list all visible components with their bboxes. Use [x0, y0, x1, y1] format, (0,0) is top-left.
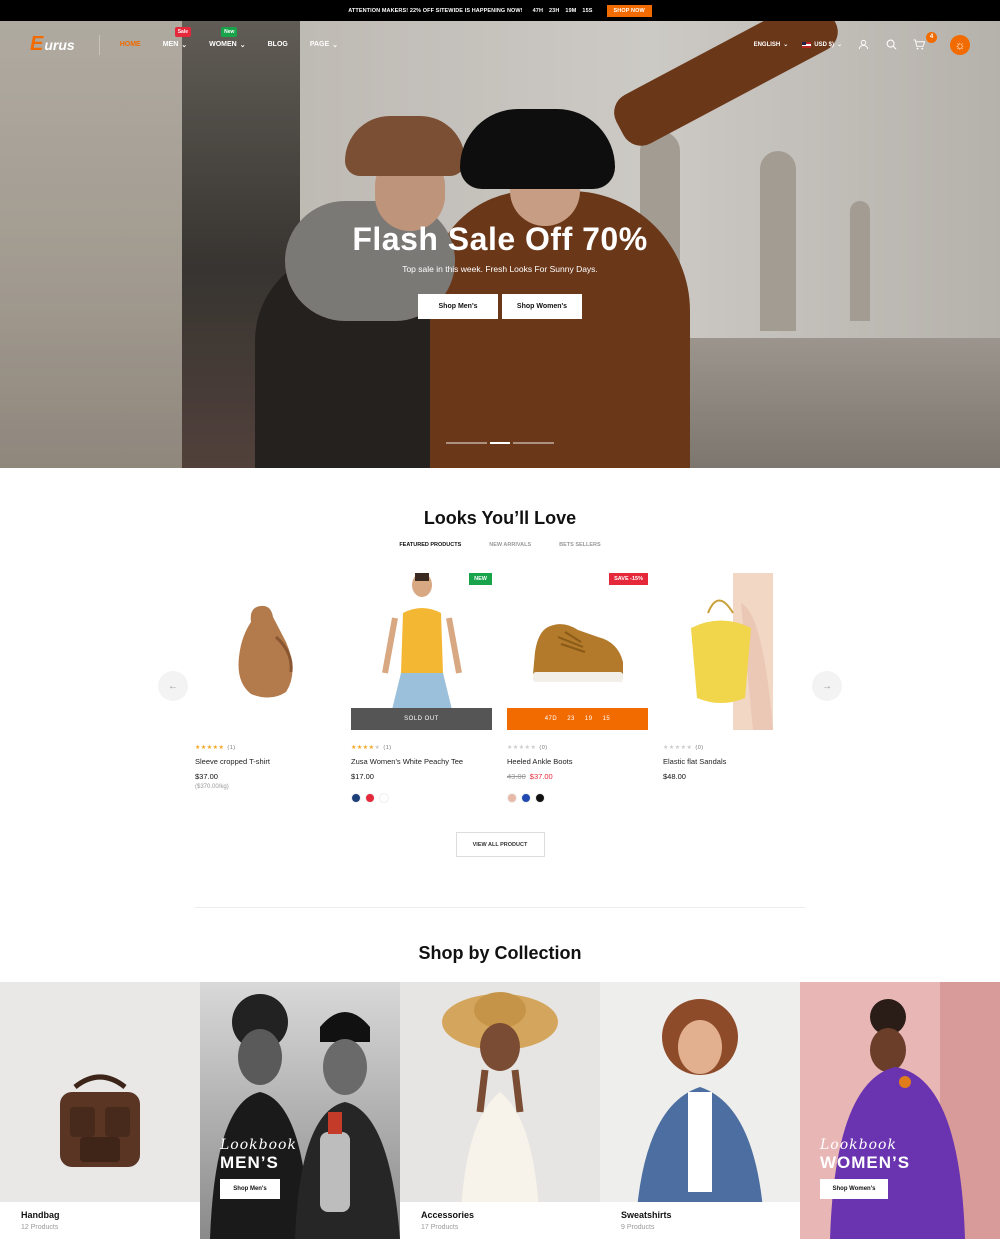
hero-buttons: Shop Men's Shop Women's: [0, 294, 1000, 319]
collection-label: Accessories 17 Products: [400, 1202, 600, 1239]
product-image[interactable]: NEW SOLD OUT: [351, 573, 492, 730]
tab-new-arrivals[interactable]: NEW ARRIVALS: [489, 542, 531, 548]
announcement-countdown: 47H 23H 19M 15S: [532, 7, 593, 14]
hero-title: Flash Sale Off 70%: [352, 221, 648, 257]
product-name[interactable]: Sleeve cropped T-shirt: [195, 757, 336, 766]
product-card[interactable]: ★★★★★ (0) Elastic flat Sandals $48.00: [663, 573, 804, 781]
nav-divider: [98, 34, 100, 55]
collection-accessories[interactable]: Accessories 17 Products: [400, 982, 600, 1239]
user-icon[interactable]: [856, 38, 870, 52]
announcement-text: ATTENTION MAKERS! 22% OFF SITEWIDE IS HA…: [348, 7, 523, 14]
collection-lookbook-men[interactable]: Lookbook MEN’S Shop Men's: [200, 982, 400, 1239]
collection-label: Handbag 12 Products: [0, 1202, 200, 1239]
swatch-navy[interactable]: [351, 793, 361, 803]
chevron-down-icon: ⌄: [783, 42, 789, 48]
shop-now-button[interactable]: SHOP NOW: [606, 4, 652, 17]
new-badge: New: [221, 26, 238, 37]
cart-count-badge: 4: [926, 31, 937, 43]
slider-dot-active[interactable]: [490, 442, 510, 444]
collection-lookbook-women[interactable]: Lookbook WOMEN’S Shop Women's: [800, 982, 1000, 1239]
logo[interactable]: Eurus: [30, 33, 75, 56]
product-rating: ★★★★★ (1): [351, 744, 392, 752]
shop-men-collection-button[interactable]: Shop Men's: [220, 1179, 280, 1199]
nav-actions: ENGLISH ⌄ USD $) ⌄ 4 ☼: [754, 31, 970, 55]
swatch-pink[interactable]: [507, 793, 517, 803]
product-carousel: ← → ★★★★★ (1) Sleeve cropped T-shirt $37.…: [0, 573, 1000, 823]
product-unit-price: ($370.00/kg): [195, 784, 229, 790]
swatch-blue[interactable]: [521, 793, 531, 803]
lookbook-women-overlay: Lookbook WOMEN’S Shop Women's: [820, 1137, 910, 1199]
swatch-white[interactable]: [379, 793, 389, 803]
product-card[interactable]: NEW SOLD OUT ★★★★★ (1) Zusa Women's White…: [351, 573, 492, 803]
chevron-down-icon: ⌄: [181, 41, 188, 49]
product-price: $37.00: [195, 772, 218, 781]
product-card[interactable]: ★★★★★ (1) Sleeve cropped T-shirt $37.00 (…: [195, 573, 336, 790]
swatch-black[interactable]: [535, 793, 545, 803]
carousel-prev-button[interactable]: ←: [158, 671, 188, 701]
sun-icon[interactable]: ☼: [950, 34, 970, 55]
shop-women-button[interactable]: Shop Women's: [502, 294, 582, 319]
shop-women-collection-button[interactable]: Shop Women's: [820, 1179, 888, 1199]
product-rating: ★★★★★ (0): [663, 744, 704, 752]
collections-title: Shop by Collection: [418, 943, 582, 963]
announcement-bar: ATTENTION MAKERS! 22% OFF SITEWIDE IS HA…: [0, 0, 1000, 21]
slider-dot[interactable]: [513, 442, 554, 444]
menu-item-women[interactable]: New WOMEN ⌄: [209, 26, 246, 49]
tab-featured[interactable]: FEATURED PRODUCTS: [399, 542, 461, 548]
collection-sweatshirts[interactable]: Sweatshirts 9 Products: [600, 982, 800, 1239]
shop-men-button[interactable]: Shop Men's: [418, 294, 498, 319]
collection-grid: Handbag 12 Products Lookbook MEN’S Shop …: [0, 982, 1000, 1239]
product-price: $17.00: [351, 772, 374, 781]
language-selector[interactable]: ENGLISH ⌄: [754, 41, 789, 49]
swatch-red[interactable]: [365, 793, 375, 803]
currency-selector[interactable]: USD $) ⌄: [802, 41, 842, 48]
product-image[interactable]: [663, 573, 804, 730]
arrow-left-icon: ←: [168, 680, 178, 692]
slider-dot[interactable]: [446, 442, 487, 444]
product-card[interactable]: SAVE -15% 47D 23 19 15 ★★★★★ (0) Heeled A…: [507, 573, 648, 803]
us-flag-icon: [802, 41, 812, 48]
sold-out-label: SOLD OUT: [351, 708, 492, 730]
menu-item-men[interactable]: Sale MEN ⌄: [163, 26, 191, 49]
product-rating: ★★★★★ (1): [195, 744, 236, 752]
menu-item-home[interactable]: HOME: [120, 41, 141, 48]
chevron-down-icon: ⌄: [836, 42, 842, 48]
hero-slider: Eurus HOME Sale MEN ⌄ New WOMEN ⌄ BLOG PAG…: [0, 21, 1000, 468]
color-swatches: [507, 793, 648, 803]
collection-handbag[interactable]: Handbag 12 Products: [0, 982, 200, 1239]
product-price: 43.00 $37.00: [507, 772, 553, 781]
featured-title: Looks You’ll Love: [423, 508, 577, 528]
product-price: $48.00: [663, 772, 686, 781]
product-tabs: FEATURED PRODUCTS NEW ARRIVALS BETS SELL…: [0, 542, 1000, 548]
arrow-right-icon: →: [822, 680, 832, 692]
hero-subtitle: Top sale in this week. Fresh Looks For S…: [402, 264, 598, 274]
product-name[interactable]: Heeled Ankle Boots: [507, 757, 648, 766]
deal-countdown: 47D 23 19 15: [507, 708, 648, 730]
chevron-down-icon: ⌄: [332, 41, 339, 49]
product-name[interactable]: Zusa Women's White Peachy Tee: [351, 757, 492, 766]
new-tag: NEW: [469, 573, 492, 585]
section-divider: [195, 907, 805, 908]
cart-icon[interactable]: 4: [912, 31, 937, 52]
chevron-down-icon: ⌄: [239, 41, 246, 49]
product-image[interactable]: SAVE -15% 47D 23 19 15: [507, 573, 648, 730]
main-nav: Eurus HOME Sale MEN ⌄ New WOMEN ⌄ BLOG PAG…: [0, 21, 1000, 68]
product-name[interactable]: Elastic flat Sandals: [663, 757, 804, 766]
lookbook-men-overlay: Lookbook MEN’S Shop Men's: [220, 1137, 297, 1199]
slider-dots: [0, 442, 1000, 444]
menu: HOME Sale MEN ⌄ New WOMEN ⌄ BLOG PAGE ⌄: [120, 26, 338, 49]
view-all-product-button[interactable]: VIEW ALL PRODUCT: [455, 832, 545, 857]
color-swatches: [351, 793, 492, 803]
tab-best-sellers[interactable]: BETS SELLERS: [559, 542, 601, 548]
hero-content: Flash Sale Off 70% Top sale in this week…: [0, 221, 1000, 319]
carousel-next-button[interactable]: →: [812, 671, 842, 701]
sale-badge: Sale: [174, 26, 191, 37]
product-rating: ★★★★★ (0): [507, 744, 548, 752]
discount-tag: SAVE -15%: [609, 573, 648, 585]
product-image[interactable]: [195, 573, 336, 730]
collection-label: Sweatshirts 9 Products: [600, 1202, 800, 1239]
menu-item-blog[interactable]: BLOG: [268, 41, 288, 48]
menu-item-page[interactable]: PAGE ⌄: [310, 41, 338, 49]
search-icon[interactable]: [884, 38, 898, 52]
